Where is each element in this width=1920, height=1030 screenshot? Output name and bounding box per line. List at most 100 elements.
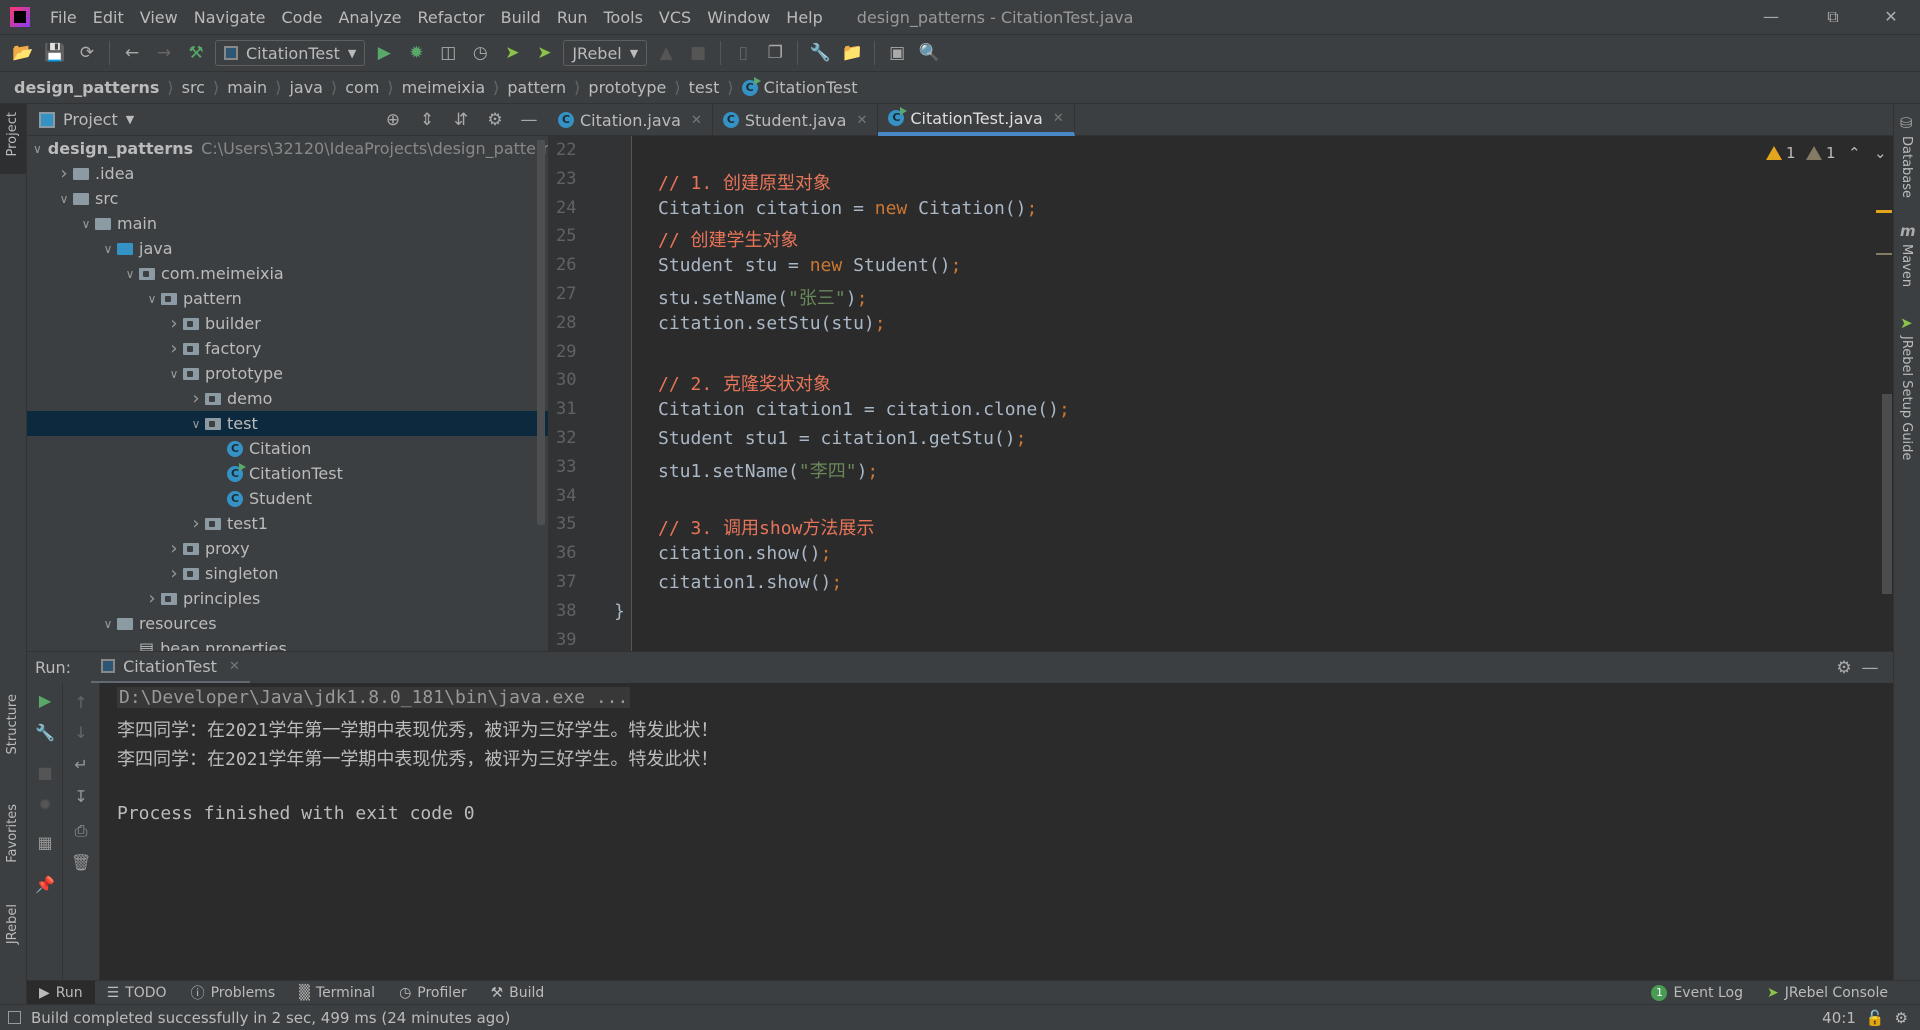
expand-all-icon[interactable]: ⇕ <box>414 107 440 133</box>
build-hammer-icon[interactable]: ⚒ <box>183 40 209 66</box>
chevron-down-icon[interactable]: ∨ <box>77 217 95 231</box>
tree-item-design-patterns[interactable]: ∨ design_patterns C:\Users\32120\IdeaProje… <box>27 136 548 161</box>
jrebel-debug-icon[interactable]: ➤ <box>531 40 557 66</box>
menu-view[interactable]: View <box>132 8 186 27</box>
close-button[interactable]: ✕ <box>1866 0 1916 34</box>
project-structure-icon[interactable]: 📁 <box>839 40 865 66</box>
tree-item-resources[interactable]: ∨ resources <box>27 611 548 636</box>
chevron-right-icon[interactable]: › <box>165 313 183 334</box>
print-icon[interactable]: ⎙ <box>71 821 91 841</box>
previous-highlight-icon[interactable]: ⌃ <box>1848 144 1861 162</box>
warnings-indicator[interactable]: 1 <box>1766 144 1796 162</box>
tree-item-singleton[interactable]: › singleton <box>27 561 548 586</box>
chevron-down-icon[interactable]: ▼ <box>126 113 134 126</box>
menu-edit[interactable]: Edit <box>85 8 132 27</box>
breadcrumb-item[interactable]: prototype <box>588 78 666 97</box>
gear-icon[interactable]: ⚙ <box>482 107 508 133</box>
tab-citationtest-java[interactable]: C CitationTest.java ✕ <box>878 104 1075 136</box>
chevron-right-icon[interactable]: › <box>55 163 73 184</box>
chevron-right-icon[interactable]: › <box>165 563 183 584</box>
trash-icon[interactable]: 🗑 <box>71 853 91 872</box>
menu-run[interactable]: Run <box>549 8 596 27</box>
run-icon[interactable]: ▶ <box>371 40 397 66</box>
tree-item-proxy[interactable]: › proxy <box>27 536 548 561</box>
tree-item-principles[interactable]: › principles <box>27 586 548 611</box>
breadcrumb-item[interactable]: pattern <box>507 78 566 97</box>
warning-marker[interactable] <box>1876 210 1892 213</box>
scroll-to-end-icon[interactable]: ↧ <box>71 787 91 806</box>
search-icon[interactable]: 🔍 <box>916 40 942 66</box>
close-icon[interactable]: ✕ <box>691 113 702 128</box>
menu-refactor[interactable]: Refactor <box>410 8 493 27</box>
chevron-down-icon[interactable]: ∨ <box>187 417 205 431</box>
rerun-icon[interactable]: ▶ <box>35 691 55 710</box>
minimize-button[interactable]: — <box>1746 0 1796 34</box>
profile-icon[interactable]: ◷ <box>467 40 493 66</box>
hide-icon[interactable]: — <box>516 107 542 133</box>
tree-item-factory[interactable]: › factory <box>27 336 548 361</box>
chevron-right-icon[interactable]: › <box>165 538 183 559</box>
down-arrow-icon[interactable]: ↓ <box>71 723 91 742</box>
tree-item-demo[interactable]: › demo <box>27 386 548 411</box>
run-tab-citationtest[interactable]: CitationTest ✕ <box>91 652 250 684</box>
event-log-button[interactable]: 1 Event Log <box>1639 981 1755 1005</box>
layout-icon[interactable]: ▦ <box>35 833 55 852</box>
profiler-tool-button[interactable]: ◷ Profiler <box>387 981 479 1005</box>
chevron-right-icon[interactable]: › <box>187 513 205 534</box>
locate-icon[interactable]: ⊕ <box>380 107 406 133</box>
save-icon[interactable]: 💾 <box>42 40 68 66</box>
menu-navigate[interactable]: Navigate <box>186 8 274 27</box>
tree-item-main[interactable]: ∨ main <box>27 211 548 236</box>
chevron-down-icon[interactable]: ∨ <box>55 192 73 206</box>
breadcrumb-item[interactable]: CitationTest <box>764 78 858 97</box>
menu-window[interactable]: Window <box>699 8 778 27</box>
up-arrow-icon[interactable]: ↑ <box>71 693 91 712</box>
weak-warnings-indicator[interactable]: 1 <box>1806 144 1836 162</box>
unlock-icon[interactable]: 🔓 <box>1866 1009 1885 1027</box>
tree-item-pattern[interactable]: ∨ pattern <box>27 286 548 311</box>
restore-button[interactable]: ⧉ <box>1808 0 1858 34</box>
debug-icon[interactable]: ✹ <box>403 40 429 66</box>
coverage-icon[interactable]: ◫ <box>435 40 461 66</box>
hide-icon[interactable]: — <box>1857 655 1883 681</box>
tree-item-prototype[interactable]: ∨ prototype <box>27 361 548 386</box>
collapse-all-icon[interactable]: ⇵ <box>448 107 474 133</box>
deploy-icon[interactable]: ❐ <box>762 40 788 66</box>
tree-item-builder[interactable]: › builder <box>27 311 548 336</box>
breadcrumb-item[interactable]: design_patterns <box>14 78 159 97</box>
chevron-down-icon[interactable]: ∨ <box>165 367 183 381</box>
breadcrumb-item[interactable]: com <box>345 78 379 97</box>
run-anything-icon[interactable]: ▣ <box>884 40 910 66</box>
tree-item-citationtest[interactable]: C CitationTest <box>27 461 548 486</box>
stop-icon[interactable]: ■ <box>685 40 711 66</box>
maven-tool-button[interactable]: Maven <box>1899 244 1914 287</box>
menu-code[interactable]: Code <box>274 8 331 27</box>
editor-scrollbar[interactable] <box>1882 394 1892 594</box>
jrebel-select[interactable]: JRebel ▼ <box>563 40 648 66</box>
jrebel-setup-guide-button[interactable]: JRebel Setup Guide <box>1899 336 1914 460</box>
menu-help[interactable]: Help <box>778 8 830 27</box>
settings-wrench-icon[interactable]: 🔧 <box>807 40 833 66</box>
tree-item-citation[interactable]: C Citation <box>27 436 548 461</box>
project-view-select[interactable]: Project <box>63 110 118 129</box>
close-icon[interactable]: ✕ <box>856 113 867 128</box>
wrench-icon[interactable]: 🔧 <box>35 723 55 742</box>
breadcrumb-item[interactable]: test <box>689 78 720 97</box>
tab-citation-java[interactable]: C Citation.java ✕ <box>548 104 713 136</box>
pin-icon[interactable]: 📌 <box>35 875 55 894</box>
chevron-right-icon[interactable]: › <box>187 388 205 409</box>
debug-icon[interactable]: ✹ <box>35 795 55 814</box>
breadcrumb-item[interactable]: main <box>227 78 267 97</box>
caret-position[interactable]: 40:1 <box>1822 1009 1856 1027</box>
soft-wrap-icon[interactable]: ↵ <box>71 755 91 774</box>
chevron-down-icon[interactable]: ∨ <box>121 267 139 281</box>
gear-icon[interactable]: ⚙ <box>1831 655 1857 681</box>
sync-icon[interactable]: ⟳ <box>74 40 100 66</box>
database-tool-button[interactable]: Database <box>1899 136 1914 198</box>
weak-warning-marker[interactable] <box>1876 253 1892 255</box>
close-icon[interactable]: ✕ <box>229 659 240 674</box>
close-icon[interactable]: ✕ <box>1053 111 1064 126</box>
favorites-tool-button[interactable]: Favorites <box>5 804 20 863</box>
menu-tools[interactable]: Tools <box>596 8 651 27</box>
status-message[interactable]: Build completed successfully in 2 sec, 4… <box>31 1009 510 1027</box>
